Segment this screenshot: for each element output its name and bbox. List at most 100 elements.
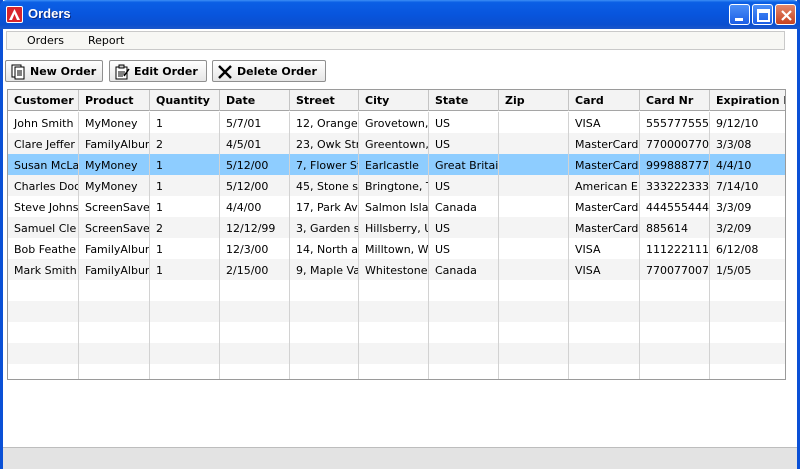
table-cell [640, 343, 710, 364]
table-row[interactable]: Samuel Cle ScreenSave 2 12/12/99 3, Garden s… [8, 217, 785, 238]
column-header[interactable]: State [429, 90, 499, 111]
table-cell [359, 322, 429, 343]
table-cell [429, 343, 499, 364]
table-cell: 1 [150, 175, 220, 196]
table-cell: 45, Stone s [290, 175, 359, 196]
table-cell: US [429, 238, 499, 259]
table-cell [499, 259, 569, 280]
window-title: Orders [28, 6, 71, 21]
table-cell [499, 364, 569, 379]
table-cell: US [429, 217, 499, 238]
table-cell [220, 301, 290, 322]
table-cell: Grovetown, [359, 112, 429, 133]
table-cell [290, 301, 359, 322]
table-cell: MasterCard [569, 196, 640, 217]
table-row[interactable]: Susan McLa MyMoney 1 5/12/00 7, Flower St Ear… [8, 154, 785, 175]
column-header[interactable]: Card [569, 90, 640, 111]
table-row[interactable]: Mark Smith FamilyAlbur 1 2/15/00 9, Maple Va… [8, 259, 785, 280]
table-cell: Clare Jeffer [8, 133, 79, 154]
table-cell: 2 [150, 133, 220, 154]
table-cell [569, 343, 640, 364]
table-cell [499, 301, 569, 322]
table-row[interactable]: Steve Johns: ScreenSave 1 4/4/00 17, Park Av… [8, 196, 785, 217]
table-cell [499, 133, 569, 154]
new-order-label: New Order [30, 65, 97, 78]
table-cell [359, 280, 429, 301]
table-cell [569, 364, 640, 379]
table-cell: 999888777 [640, 154, 710, 175]
table-cell: 111222111 [640, 238, 710, 259]
column-header[interactable]: Date [220, 90, 290, 111]
table-cell [8, 301, 79, 322]
table-cell [569, 322, 640, 343]
table-row[interactable]: John Smith MyMoney 1 5/7/01 12, Orange Grovet… [8, 112, 785, 133]
table-cell [79, 364, 150, 379]
table-cell: John Smith [8, 112, 79, 133]
column-header[interactable]: Product [79, 90, 150, 111]
table-cell [220, 343, 290, 364]
column-header[interactable]: Street [290, 90, 359, 111]
table-cell [290, 322, 359, 343]
table-row[interactable]: Clare Jeffer FamilyAlbur 2 4/5/01 23, Owk St… [8, 133, 785, 154]
column-header[interactable]: Customer n [8, 90, 79, 111]
table-cell: US [429, 175, 499, 196]
table-cell: 6/12/08 [710, 238, 785, 259]
new-order-button[interactable]: New Order [5, 60, 103, 82]
table-cell [150, 322, 220, 343]
table-cell [710, 364, 785, 379]
edit-order-label: Edit Order [134, 65, 198, 78]
table-cell: Canada [429, 259, 499, 280]
table-row[interactable]: Bob Feathe FamilyAlbur 1 12/3/00 14, North a… [8, 238, 785, 259]
minimize-button[interactable] [729, 4, 750, 25]
menu-orders[interactable]: Orders [27, 34, 64, 47]
close-button[interactable] [775, 4, 796, 25]
table-cell [8, 322, 79, 343]
table-cell: Charles Doo [8, 175, 79, 196]
table-cell [499, 196, 569, 217]
table-cell: 23, Owk Str [290, 133, 359, 154]
title-bar[interactable]: Orders [0, 0, 800, 29]
table-cell: 3/3/08 [710, 133, 785, 154]
table-cell: MyMoney [79, 175, 150, 196]
table-row[interactable] [8, 343, 785, 364]
table-cell: 1 [150, 238, 220, 259]
table-cell: Bob Feathe [8, 238, 79, 259]
orders-window: Orders Orders Report New Order Edit Orde… [0, 0, 800, 469]
table-cell: 770077007 [640, 259, 710, 280]
table-cell [79, 322, 150, 343]
table-row[interactable] [8, 280, 785, 301]
column-header[interactable]: Zip [499, 90, 569, 111]
table-row[interactable]: Charles Doo MyMoney 1 5/12/00 45, Stone s Bri… [8, 175, 785, 196]
table-cell: Bringtone, T [359, 175, 429, 196]
table-cell [640, 322, 710, 343]
edit-document-icon [115, 64, 130, 80]
table-cell: ScreenSave [79, 217, 150, 238]
table-cell: MasterCard [569, 133, 640, 154]
table-cell [499, 280, 569, 301]
table-cell: 7, Flower St [290, 154, 359, 175]
column-header[interactable]: Quantity [150, 90, 220, 111]
table-cell [429, 364, 499, 379]
delete-order-button[interactable]: Delete Order [212, 60, 326, 82]
column-header[interactable]: City [359, 90, 429, 111]
table-cell [569, 301, 640, 322]
orders-table[interactable]: Customer n Product Quantity Date Street City S… [7, 89, 786, 380]
table-cell: 1/5/05 [710, 259, 785, 280]
table-cell: 5/12/00 [220, 175, 290, 196]
table-cell: US [429, 133, 499, 154]
table-cell [150, 364, 220, 379]
column-header[interactable]: Expiration D [710, 90, 785, 111]
table-cell [150, 343, 220, 364]
table-cell [569, 280, 640, 301]
column-header[interactable]: Card Nr [640, 90, 710, 111]
table-row[interactable] [8, 322, 785, 343]
table-cell: Salmon Isla [359, 196, 429, 217]
table-cell: 2 [150, 217, 220, 238]
table-row[interactable] [8, 301, 785, 322]
maximize-button[interactable] [752, 4, 773, 25]
edit-order-button[interactable]: Edit Order [109, 60, 207, 82]
table-row[interactable] [8, 364, 785, 379]
table-cell: 4/5/01 [220, 133, 290, 154]
menu-report[interactable]: Report [88, 34, 124, 47]
table-cell: 444555444 [640, 196, 710, 217]
